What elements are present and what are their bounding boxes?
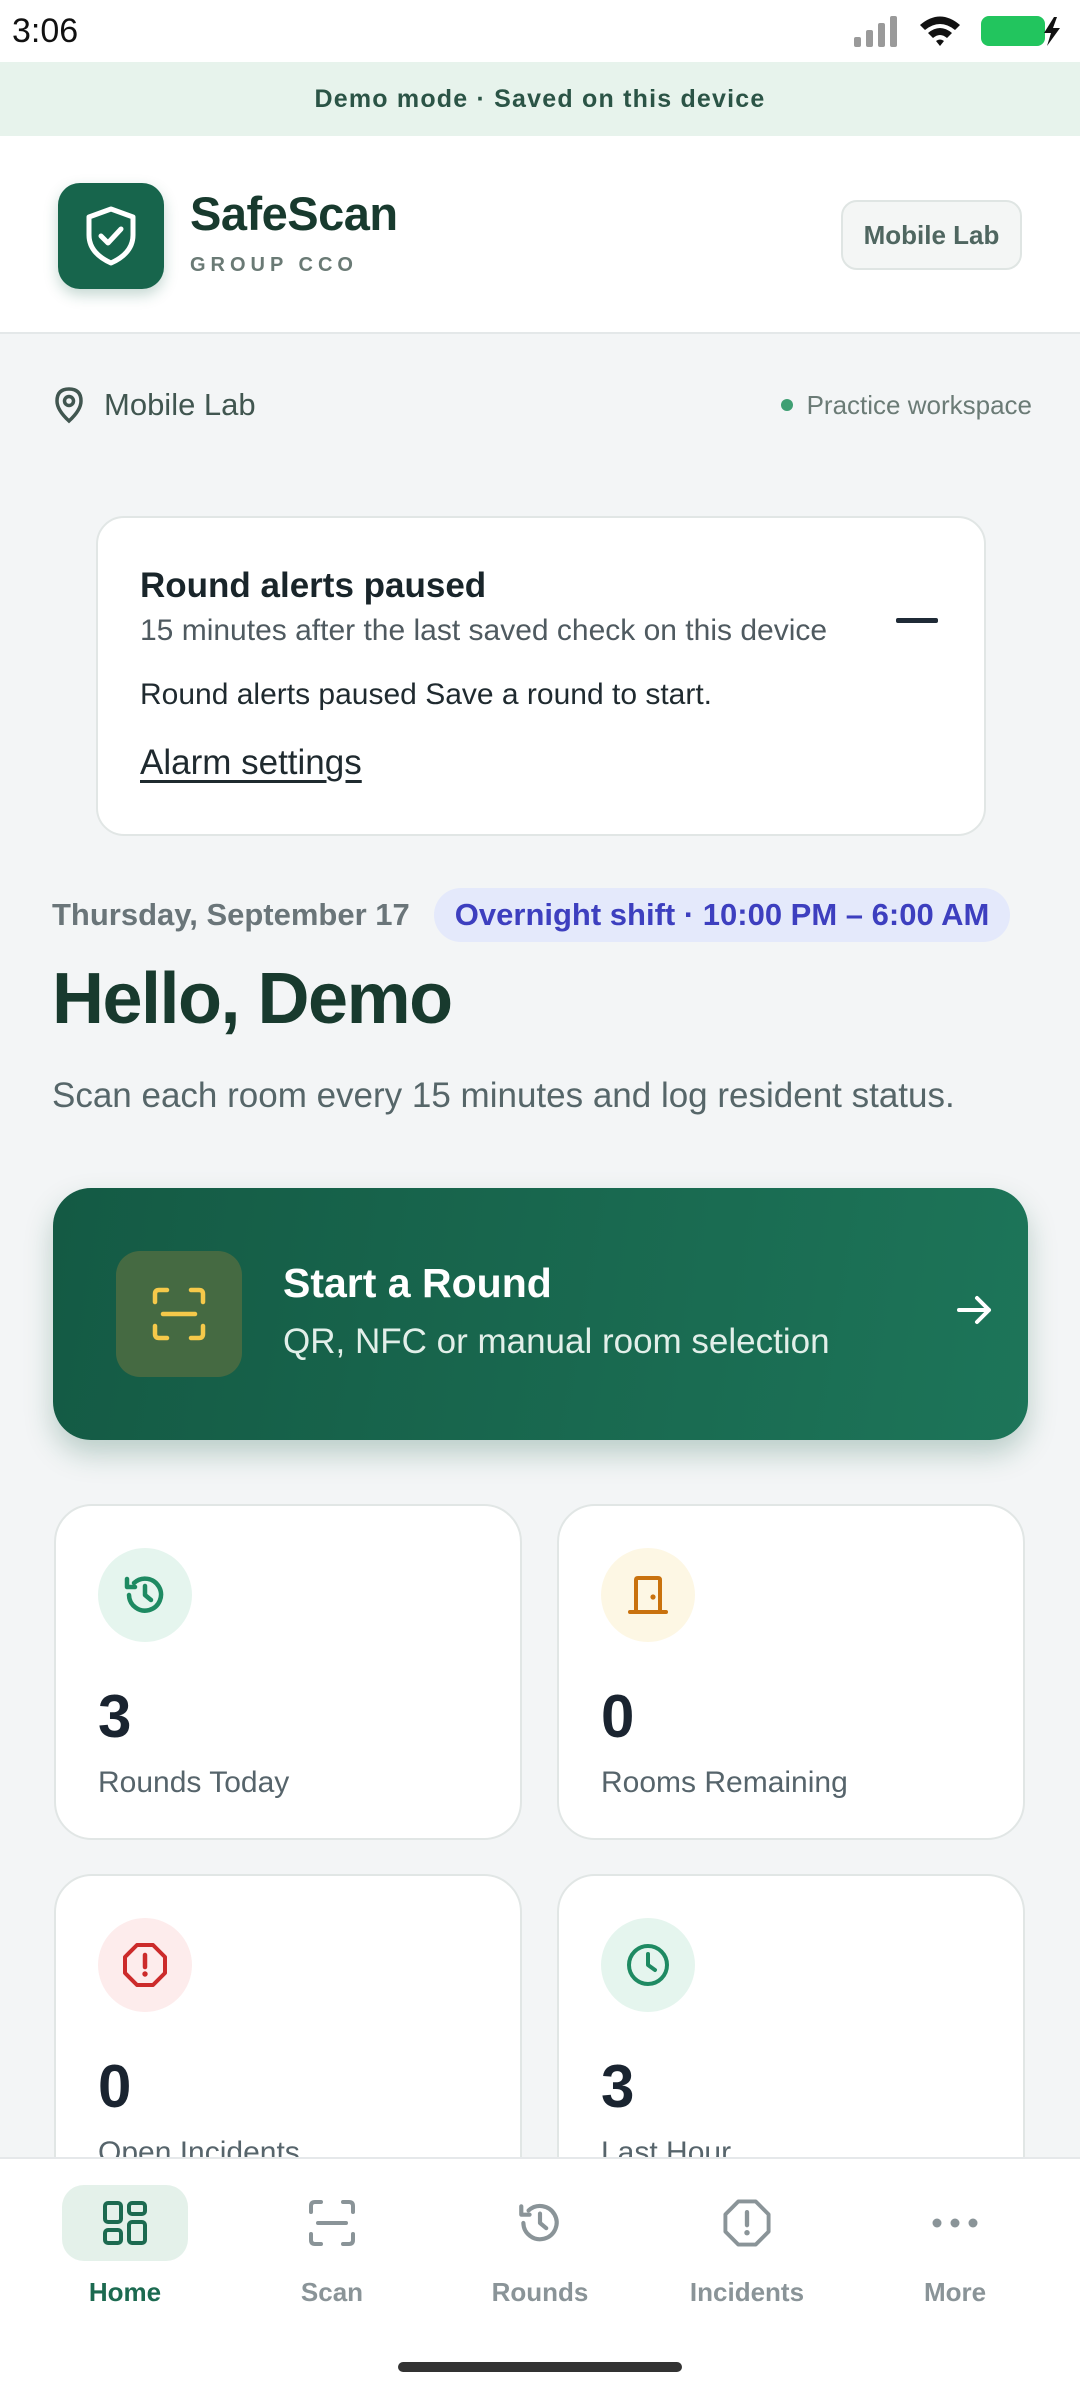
nav-icon-wrap [684,2185,810,2261]
history-icon [124,1576,164,1613]
app-header: SafeScan GROUP CCO Mobile Lab [0,136,1080,334]
nav-label: Rounds [491,2277,589,2307]
status-bar: 3:06 [0,0,1080,62]
shield-check-icon [86,206,136,266]
minus-icon [896,617,938,623]
grid-icon [103,2201,147,2245]
shift-badge: Overnight shift · 10:00 PM – 6:00 AM [433,888,1011,942]
clock-icon [627,1944,669,1986]
history-icon [519,2203,559,2242]
workspace-label: Practice workspace [806,389,1032,420]
app-logo [58,183,164,289]
nav-label: Home [88,2277,162,2307]
location-info: Mobile Lab [52,386,256,424]
stat-icon-bg [601,1918,695,2012]
stat-value: 0 [601,1683,635,1750]
battery-charging-icon [981,16,1060,46]
alert-title: Round alerts paused [140,566,487,605]
location-row: Mobile Lab Practice workspace [52,380,1032,430]
nav-item-scan[interactable]: Scan [232,2185,432,2325]
nav-item-more[interactable]: More [855,2185,1055,2325]
signal-icon [854,16,897,47]
scan-icon [309,2200,355,2246]
alert-octagon-icon [123,1943,167,1987]
shift-info-row: Thursday, September 17 Overnight shift ·… [52,888,1011,942]
start-round-button[interactable]: Start a Round QR, NFC or manual room sel… [53,1188,1028,1440]
door-icon [628,1576,668,1614]
alert-octagon-icon [723,2199,771,2247]
stat-label: Rooms Remaining [601,1766,848,1799]
stat-card-rounds-today[interactable]: 3 Rounds Today [54,1504,522,1840]
collapse-alert-button[interactable] [895,598,939,642]
alarm-settings-link[interactable]: Alarm settings [140,743,362,783]
stat-card-rooms-remaining[interactable]: 0 Rooms Remaining [557,1504,1025,1840]
status-time: 3:06 [12,11,79,50]
greeting-title: Hello, Demo [52,959,453,1039]
location-name: Mobile Lab [104,387,256,422]
nav-icon-wrap [269,2185,395,2261]
stat-icon-bg [98,1918,192,2012]
demo-mode-banner: Demo mode · Saved on this device [0,62,1080,136]
more-dots-icon [932,2218,978,2228]
stat-value: 3 [98,1683,132,1750]
home-indicator[interactable] [398,2362,682,2372]
nav-label: Incidents [689,2277,805,2307]
nav-label: More [923,2277,987,2307]
status-icons [852,14,1066,48]
arrow-right-icon [957,1296,991,1324]
stat-icon-bg [98,1548,192,1642]
instruction-text: Scan each room every 15 minutes and log … [52,1076,955,1115]
stat-value: 0 [98,2053,132,2120]
location-switcher-button[interactable]: Mobile Lab [841,200,1022,270]
current-date: Thursday, September 17 [52,897,410,932]
alert-subtitle: 15 minutes after the last saved check on… [140,614,828,647]
nav-icon-highlight [62,2185,188,2261]
workspace-status-dot [780,399,793,411]
start-round-title: Start a Round [283,1260,552,1306]
round-alerts-card: Round alerts paused 15 minutes after the… [96,516,986,836]
nav-item-rounds[interactable]: Rounds [440,2185,640,2325]
workspace-indicator: Practice workspace [780,389,1032,421]
nav-icon-wrap [892,2185,1018,2261]
scan-tile [116,1251,242,1377]
stat-icon-bg [601,1548,695,1642]
scan-frame-icon [152,1287,206,1341]
brand-name: SafeScan [190,187,398,240]
stat-value: 3 [601,2053,635,2120]
map-pin-icon [55,387,83,424]
stat-label: Rounds Today [98,1766,290,1799]
wifi-icon [920,16,960,46]
nav-icon-wrap [477,2185,603,2261]
alert-body: Round alerts paused Save a round to star… [140,678,713,711]
nav-label: Scan [300,2277,364,2307]
nav-item-home[interactable]: Home [25,2185,225,2325]
brand-subtitle: GROUP CCO [190,254,358,276]
nav-item-incidents[interactable]: Incidents [647,2185,847,2325]
start-round-subtitle: QR, NFC or manual room selection [283,1322,830,1361]
